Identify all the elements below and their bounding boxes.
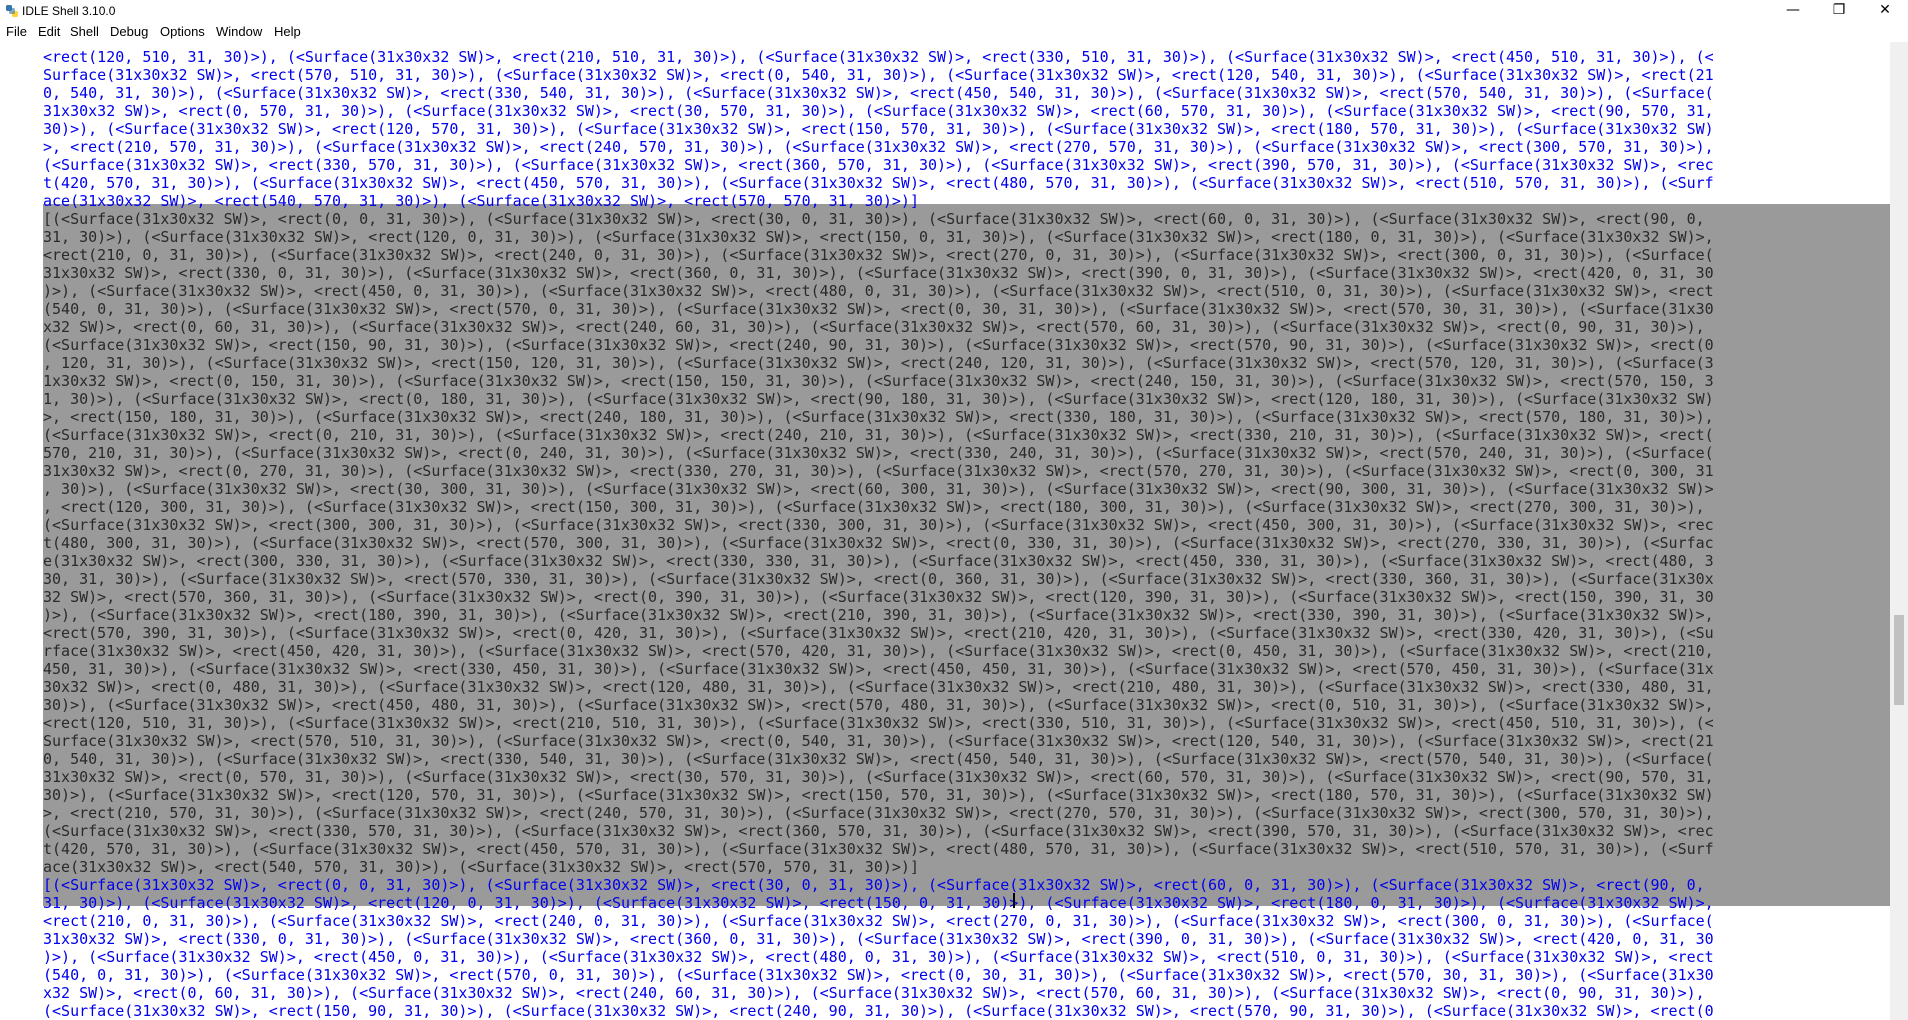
shell-output-line: , <rect(120, 300, 31, 30)>), (<Surface(3…	[43, 498, 1890, 516]
shell-output-line: 570, 210, 31, 30)>), (<Surface(31x30x32 …	[43, 444, 1890, 462]
minimize-button[interactable]: —	[1770, 0, 1816, 22]
shell-output-line: )>), (<Surface(31x30x32 SW)>, <rect(450,…	[43, 282, 1890, 300]
maximize-button[interactable]: ❐	[1816, 0, 1862, 22]
shell-output-line: [(<Surface(31x30x32 SW)>, <rect(0, 0, 31…	[43, 210, 1890, 228]
shell-output-line: t(420, 570, 31, 30)>), (<Surface(31x30x3…	[43, 840, 1890, 858]
shell-output-line: 30)>), (<Surface(31x30x32 SW)>, <rect(12…	[43, 120, 1714, 138]
shell-output-line: <rect(120, 510, 31, 30)>), (<Surface(31x…	[43, 714, 1890, 732]
shell-output-line: 32 SW)>, <rect(570, 360, 31, 30)>), (<Su…	[43, 588, 1890, 606]
shell-output-line: 30, 31, 30)>), (<Surface(31x30x32 SW)>, …	[43, 570, 1890, 588]
shell-output-line: 31, 30)>), (<Surface(31x30x32 SW)>, <rec…	[43, 894, 1714, 912]
shell-output-line: [(<Surface(31x30x32 SW)>, <rect(0, 0, 31…	[43, 876, 1705, 894]
shell-output-line: , 120, 31, 30)>), (<Surface(31x30x32 SW)…	[43, 354, 1890, 372]
shell-output-area[interactable]: <rect(120, 510, 31, 30)>), (<Surface(31x…	[0, 42, 1890, 1020]
menu-bar: File Edit Shell Debug Options Window Hel…	[0, 22, 1908, 42]
shell-output-line: Surface(31x30x32 SW)>, <rect(570, 510, 3…	[43, 66, 1714, 84]
text-cursor	[1013, 893, 1015, 908]
vertical-scrollbar[interactable]	[1890, 42, 1908, 1020]
shell-output-line: (<Surface(31x30x32 SW)>, <rect(0, 210, 3…	[43, 426, 1890, 444]
shell-output-line: )>), (<Surface(31x30x32 SW)>, <rect(450,…	[43, 948, 1714, 966]
shell-output-line: e(31x30x32 SW)>, <rect(300, 330, 31, 30)…	[43, 552, 1890, 570]
shell-output-line: rface(31x30x32 SW)>, <rect(450, 420, 31,…	[43, 642, 1890, 660]
shell-output-line: >, <rect(210, 570, 31, 30)>), (<Surface(…	[43, 804, 1890, 822]
shell-output-line: 0, 540, 31, 30)>), (<Surface(31x30x32 SW…	[43, 84, 1714, 102]
shell-output-line: <rect(210, 0, 31, 30)>), (<Surface(31x30…	[43, 246, 1890, 264]
menu-file[interactable]: File	[6, 24, 27, 39]
shell-output-line: >, <rect(150, 180, 31, 30)>), (<Surface(…	[43, 408, 1890, 426]
shell-output-line: 31x30x32 SW)>, <rect(0, 270, 31, 30)>), …	[43, 462, 1890, 480]
menu-debug[interactable]: Debug	[110, 24, 148, 39]
menu-window[interactable]: Window	[216, 24, 262, 39]
menu-help[interactable]: Help	[274, 24, 301, 39]
window-title: IDLE Shell 3.10.0	[22, 4, 116, 18]
shell-output-line: 1x30x32 SW)>, <rect(0, 150, 31, 30)>), (…	[43, 372, 1890, 390]
shell-output-line: Surface(31x30x32 SW)>, <rect(570, 510, 3…	[43, 732, 1890, 750]
shell-output-line: >, <rect(210, 570, 31, 30)>), (<Surface(…	[43, 138, 1714, 156]
shell-output-line: (<Surface(31x30x32 SW)>, <rect(330, 570,…	[43, 822, 1890, 840]
close-button[interactable]: ✕	[1862, 0, 1908, 22]
shell-output-line: (<Surface(31x30x32 SW)>, <rect(150, 90, …	[43, 336, 1890, 354]
shell-output-line: )>), (<Surface(31x30x32 SW)>, <rect(180,…	[43, 606, 1890, 624]
shell-output-line: <rect(570, 390, 31, 30)>), (<Surface(31x…	[43, 624, 1890, 642]
shell-output-line: , 30)>), (<Surface(31x30x32 SW)>, <rect(…	[43, 480, 1890, 498]
title-bar[interactable]: IDLE Shell 3.10.0 — ❐ ✕	[0, 0, 1908, 22]
shell-output-line: <rect(120, 510, 31, 30)>), (<Surface(31x…	[43, 48, 1714, 66]
shell-output-line: (<Surface(31x30x32 SW)>, <rect(330, 570,…	[43, 156, 1714, 174]
shell-output-line: 31x30x32 SW)>, <rect(330, 0, 31, 30)>), …	[43, 930, 1714, 948]
menu-options[interactable]: Options	[160, 24, 205, 39]
scrollbar-thumb[interactable]	[1894, 615, 1904, 705]
shell-output-line: <rect(210, 0, 31, 30)>), (<Surface(31x30…	[43, 912, 1714, 930]
shell-output-line: (540, 0, 31, 30)>), (<Surface(31x30x32 S…	[43, 300, 1890, 318]
menu-edit[interactable]: Edit	[38, 24, 60, 39]
shell-output-line: ace(31x30x32 SW)>, <rect(540, 570, 31, 3…	[43, 192, 919, 210]
shell-output-line: ace(31x30x32 SW)>, <rect(540, 570, 31, 3…	[43, 858, 1890, 876]
shell-output-line: 31x30x32 SW)>, <rect(330, 0, 31, 30)>), …	[43, 264, 1890, 282]
shell-output-line: (<Surface(31x30x32 SW)>, <rect(150, 90, …	[43, 1002, 1714, 1020]
shell-output-line: x32 SW)>, <rect(0, 60, 31, 30)>), (<Surf…	[43, 984, 1705, 1002]
shell-output-line: 1, 30)>), (<Surface(31x30x32 SW)>, <rect…	[43, 390, 1890, 408]
shell-output-line: 30x32 SW)>, <rect(0, 480, 31, 30)>), (<S…	[43, 678, 1890, 696]
menu-shell[interactable]: Shell	[70, 24, 99, 39]
shell-output-line: 31, 30)>), (<Surface(31x30x32 SW)>, <rec…	[43, 228, 1890, 246]
shell-output-line: (540, 0, 31, 30)>), (<Surface(31x30x32 S…	[43, 966, 1714, 984]
shell-output-line: 450, 31, 30)>), (<Surface(31x30x32 SW)>,…	[43, 660, 1890, 678]
shell-output-line: 31x30x32 SW)>, <rect(0, 570, 31, 30)>), …	[43, 768, 1890, 786]
python-idle-icon	[6, 5, 18, 17]
shell-output-line: 31x30x32 SW)>, <rect(0, 570, 31, 30)>), …	[43, 102, 1714, 120]
shell-output-line: x32 SW)>, <rect(0, 60, 31, 30)>), (<Surf…	[43, 318, 1890, 336]
shell-output-line: 30)>), (<Surface(31x30x32 SW)>, <rect(45…	[43, 696, 1890, 714]
shell-output-line: 30)>), (<Surface(31x30x32 SW)>, <rect(12…	[43, 786, 1890, 804]
shell-output-line: (<Surface(31x30x32 SW)>, <rect(300, 300,…	[43, 516, 1890, 534]
shell-output-line: t(480, 300, 31, 30)>), (<Surface(31x30x3…	[43, 534, 1890, 552]
shell-output-line: t(420, 570, 31, 30)>), (<Surface(31x30x3…	[43, 174, 1714, 192]
shell-output-line: 0, 540, 31, 30)>), (<Surface(31x30x32 SW…	[43, 750, 1890, 768]
